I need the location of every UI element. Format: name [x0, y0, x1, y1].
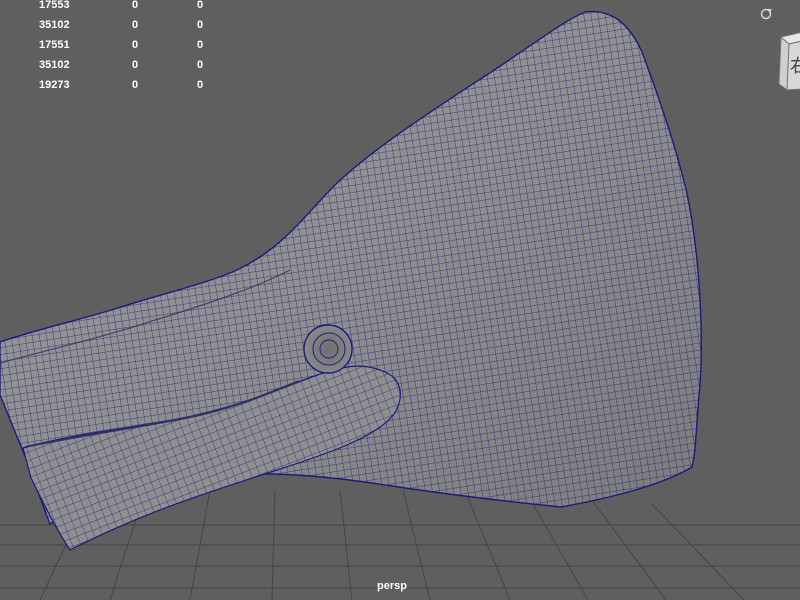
hud-row: 19273 0 0 — [0, 79, 210, 100]
hud-value: 0 — [197, 79, 204, 91]
hud-value: 0 — [197, 19, 204, 31]
hud-row: 17551 0 0 — [0, 39, 210, 60]
hud-row: 17553 0 0 — [0, 0, 210, 20]
hud-value: 0 — [132, 39, 139, 51]
hud-value: 0 — [132, 0, 139, 11]
camera-label: persp — [377, 580, 407, 592]
hud-value: 0 — [132, 79, 139, 91]
hud-value: 35102 — [39, 19, 70, 31]
hud-value: 19273 — [39, 79, 70, 91]
hud-value: 17553 — [39, 0, 70, 11]
hud-value: 0 — [197, 39, 204, 51]
reset-view-icon[interactable] — [760, 8, 772, 20]
hud-value: 0 — [132, 19, 139, 31]
hud-value: 0 — [197, 0, 204, 11]
heads-up-display: 17553 0 0 35102 0 0 17551 0 0 35102 0 0 … — [0, 0, 210, 100]
view-cube[interactable]: 右 — [775, 30, 800, 90]
hud-row: 35102 0 0 — [0, 19, 210, 40]
hud-value: 17551 — [39, 39, 70, 51]
maya-perspective-viewport[interactable]: 17553 0 0 35102 0 0 17551 0 0 35102 0 0 … — [0, 0, 800, 600]
hud-value: 35102 — [39, 59, 70, 71]
hud-value: 0 — [197, 59, 204, 71]
hud-value: 0 — [132, 59, 139, 71]
view-cube-face-label: 右 — [790, 56, 800, 77]
hud-row: 35102 0 0 — [0, 59, 210, 80]
